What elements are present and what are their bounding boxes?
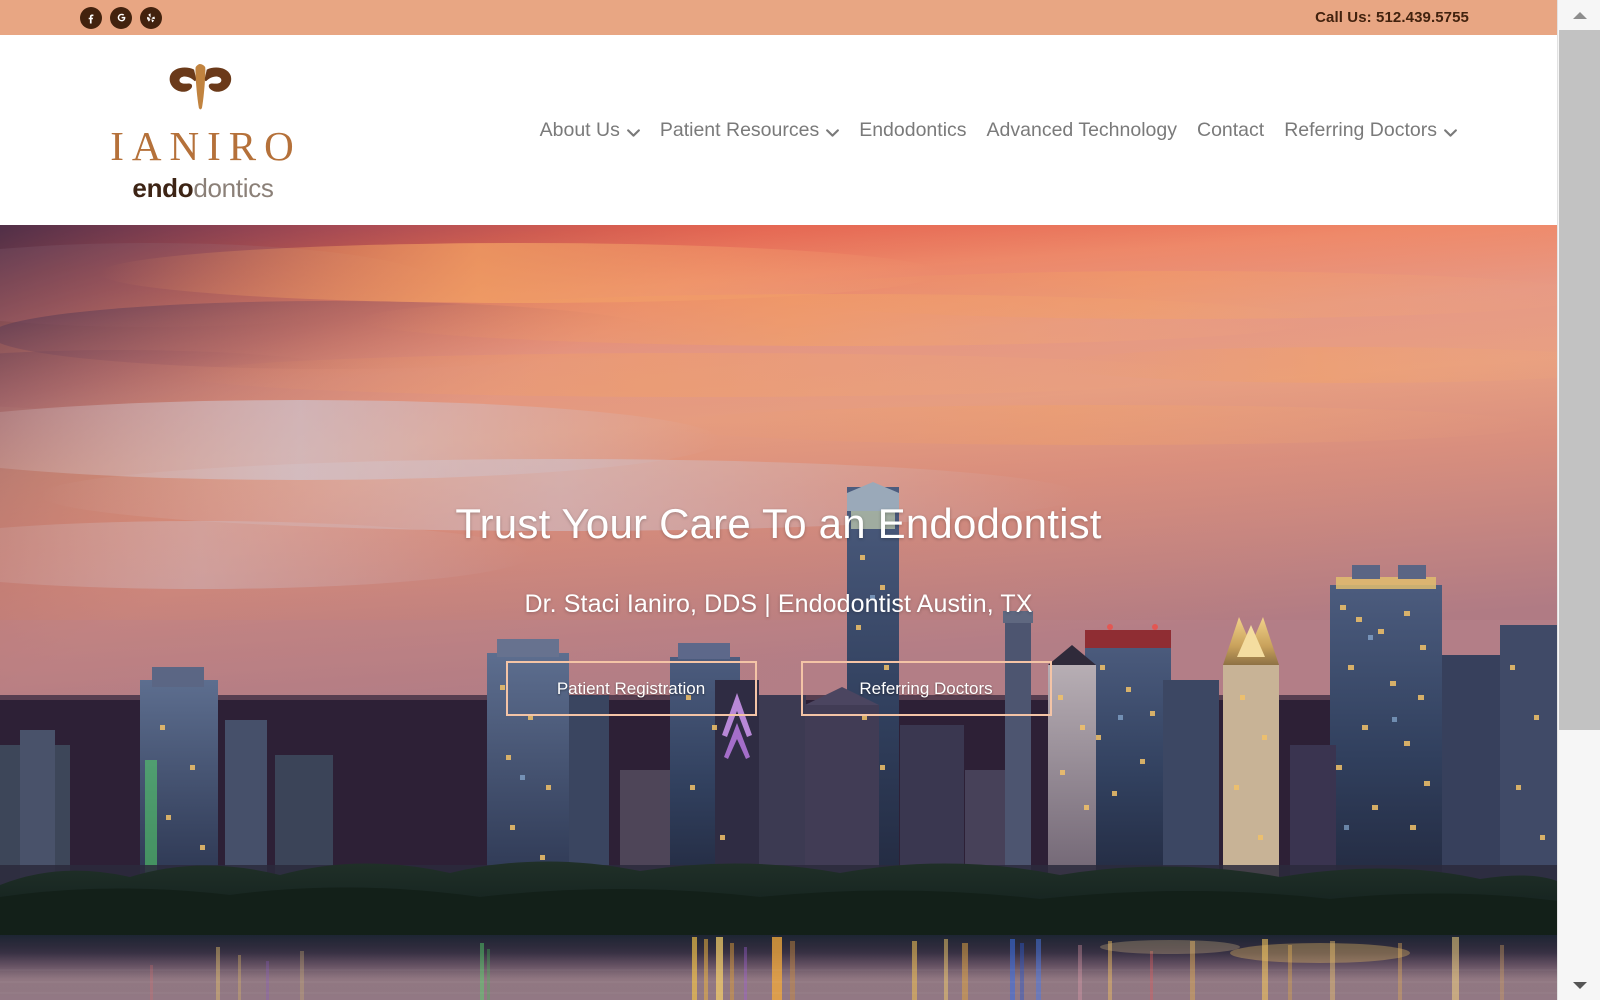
chevron-down-icon	[626, 120, 640, 143]
scroll-down-arrow[interactable]	[1558, 970, 1600, 1000]
nav-item-contact[interactable]: Contact	[1187, 119, 1274, 142]
nav-item-referring-doctors[interactable]: Referring Doctors	[1274, 117, 1467, 143]
logo-sub-light: dontics	[193, 172, 274, 203]
hero-background-image-austin-skyline	[0, 225, 1557, 1000]
nav-label: Referring Doctors	[1284, 118, 1437, 141]
chevron-up-icon	[1572, 11, 1587, 19]
chevron-down-icon	[826, 120, 840, 143]
site-logo[interactable]: IANIRO endodontics	[110, 60, 294, 201]
nav-label: Contact	[1196, 118, 1265, 141]
scroll-up-arrow[interactable]	[1558, 0, 1600, 30]
vertical-scrollbar[interactable]	[1557, 0, 1600, 1000]
nav-label: Patient Resources	[659, 118, 820, 141]
yelp-icon[interactable]	[140, 6, 162, 29]
nav-item-endodontics[interactable]: Endodontics	[849, 119, 976, 142]
google-icon[interactable]	[110, 6, 132, 29]
facebook-icon[interactable]	[80, 6, 102, 29]
hero-cta-group: Patient Registration Referring Doctors	[505, 661, 1052, 716]
logo-wordmark: IANIRO	[110, 122, 302, 169]
nav-item-advanced-technology[interactable]: Advanced Technology	[977, 119, 1187, 142]
nav-item-about-us[interactable]: About Us	[530, 117, 650, 143]
page-root: Call Us: 512.439.5755 IANIRO endodontics…	[0, 0, 1600, 1000]
nav-label: Endodontics	[859, 118, 967, 141]
site-header: IANIRO endodontics About Us Patient Reso…	[0, 35, 1557, 225]
chevron-down-icon	[1572, 981, 1587, 989]
main-navigation: About Us Patient Resources Endodontics A…	[530, 117, 1467, 143]
referring-doctors-button[interactable]: Referring Doctors	[800, 661, 1052, 716]
logo-sub-bold: endo	[132, 172, 194, 203]
browser-viewport: Call Us: 512.439.5755 IANIRO endodontics…	[0, 0, 1557, 1000]
logo-subtitle: endodontics	[130, 175, 273, 201]
patient-registration-button[interactable]: Patient Registration	[505, 661, 757, 716]
scroll-thumb[interactable]	[1559, 30, 1600, 730]
top-utility-bar: Call Us: 512.439.5755	[0, 0, 1557, 35]
nav-label: Advanced Technology	[986, 118, 1177, 141]
ianiro-butterfly-tooth-emblem	[169, 63, 232, 109]
call-us-phone[interactable]: Call Us: 512.439.5755	[1315, 9, 1469, 26]
nav-label: About Us	[539, 118, 620, 141]
chevron-down-icon	[1444, 120, 1457, 143]
social-links	[80, 6, 162, 29]
nav-item-patient-resources[interactable]: Patient Resources	[650, 117, 849, 143]
hero-banner: Trust Your Care To an Endodontist Dr. St…	[0, 225, 1557, 1000]
